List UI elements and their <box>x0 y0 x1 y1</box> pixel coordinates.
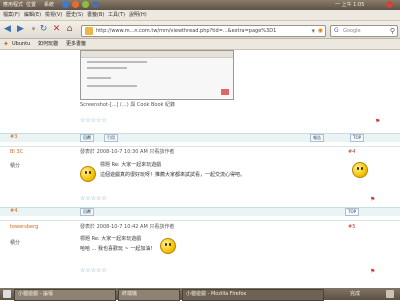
url-dropdown-icon[interactable]: ▾ <box>311 26 315 36</box>
back-icon[interactable]: ◀ <box>2 24 13 35</box>
trash-icon[interactable] <box>386 290 394 298</box>
post-meta: 發表於 2008-10-7 10:42 AM 只看該作者 <box>80 224 175 230</box>
post-floor-number: #4 <box>348 149 356 155</box>
menu-history[interactable]: 歷史(S) <box>66 11 83 19</box>
mail-launcher-icon[interactable] <box>82 1 89 8</box>
taskbar-window-label[interactable]: 小貓遊戲 - Mozilla Firefox <box>186 290 246 298</box>
menu-tools[interactable]: 工具(T) <box>108 11 125 19</box>
rating-stars[interactable]: ☆☆☆☆☆ <box>80 118 107 124</box>
rating-stars[interactable]: ☆☆☆☆☆ <box>80 268 107 274</box>
attachment-line <box>87 67 127 69</box>
top-button[interactable]: TOP <box>345 208 360 216</box>
report-icon[interactable]: ⚑ <box>370 268 375 275</box>
forward-icon[interactable]: ▶ <box>15 24 26 35</box>
attachment-line <box>87 77 111 79</box>
menu-help[interactable]: 說明(H) <box>129 11 147 19</box>
applications-menu[interactable]: 應用程式 <box>3 1 23 9</box>
firefox-launcher-icon[interactable] <box>72 1 79 8</box>
site-favicon-icon <box>85 27 93 35</box>
post-divider <box>0 220 400 221</box>
post-author[interactable]: Bl 3C <box>10 149 23 155</box>
bookmark-cat-games[interactable]: 如何玩貓 <box>38 40 58 48</box>
post-floor-label: #4 <box>10 208 18 214</box>
report-icon[interactable]: ⚑ <box>370 196 375 203</box>
panel-clock[interactable]: 一 上午 1:05 <box>335 1 364 9</box>
taskbar-window-label[interactable]: 小貓遊戲 - 論壇 <box>18 290 53 298</box>
post-action-row <box>0 207 400 216</box>
reply-button[interactable]: 回覆 <box>80 208 94 216</box>
attachment-caption: Screenshot-[...] (...) 與 Cook Book 紀錄 <box>80 102 176 108</box>
system-menu[interactable]: 系統 <box>44 1 54 9</box>
url-bar[interactable]: http://www.m...n.com.tw/mm/viewthread.ph… <box>81 25 326 37</box>
bookmark-star-icon: ✦ <box>3 40 9 48</box>
attachment-screenshot[interactable] <box>80 50 234 100</box>
places-menu[interactable]: 位置 <box>26 1 36 9</box>
post-floor-label: #3 <box>10 134 18 140</box>
bookmark-more[interactable]: 更多書籤 <box>66 40 86 48</box>
taskbar-window-label[interactable]: 終端機 <box>122 290 137 298</box>
page-content: Screenshot-[...] (...) 與 Cook Book 紀錄 ☆☆… <box>0 50 400 288</box>
search-box[interactable]: G Google ⚲ <box>330 25 398 37</box>
top-button[interactable]: TOP <box>350 134 365 142</box>
bookmarks-toolbar: ✦ Ubuntu 如何玩貓 更多書籤 <box>0 39 400 50</box>
smiley-icon <box>352 162 368 178</box>
smiley-icon <box>80 166 96 182</box>
menu-bookmarks[interactable]: 書籤(B) <box>87 11 104 19</box>
quote-button[interactable]: 引用 <box>104 134 118 142</box>
report-button[interactable]: 報告 <box>310 134 324 142</box>
post-body: 哈哈 ... 我也喜歡玩 ~ 一起加油！ <box>80 246 156 252</box>
search-icon[interactable]: ⚲ <box>390 26 395 36</box>
stop-icon[interactable]: ✕ <box>51 24 62 35</box>
power-icon[interactable] <box>386 1 393 8</box>
help-launcher-icon[interactable] <box>92 1 99 8</box>
menu-edit[interactable]: 編輯(E) <box>24 11 41 19</box>
browser-launcher-icon[interactable] <box>62 1 69 8</box>
post-floor-number: #5 <box>348 224 356 230</box>
user-info-label: 積分 <box>10 240 21 246</box>
bottom-taskbar: 小貓遊戲 - 論壇 終端機 小貓遊戲 - Mozilla Firefox 完成 <box>0 288 400 301</box>
post-title: 標題 Re: 大家一起來玩遊戲 <box>80 236 142 242</box>
menu-file[interactable]: 檔案(F) <box>3 11 20 19</box>
top-panel: 應用程式 位置 系統 一 上午 1:05 <box>0 0 400 10</box>
home-icon[interactable]: ⌂ <box>64 24 75 35</box>
url-text[interactable]: http://www.m...n.com.tw/mm/viewthread.ph… <box>96 27 276 35</box>
attachment-titlebar <box>81 51 233 58</box>
search-engine-icon[interactable]: G <box>334 27 339 35</box>
post-body: 這個遊戲真的很好玩呀！推薦大家都來試試看，一起交流心得吧。 <box>100 172 246 178</box>
rating-stars[interactable]: ☆☆☆☆☆ <box>80 196 107 202</box>
report-icon[interactable]: ⚑ <box>375 118 380 125</box>
post-author[interactable]: towersberg <box>10 224 38 230</box>
smiley-icon <box>160 238 176 254</box>
status-text: 完成 <box>350 291 361 297</box>
menu-view[interactable]: 檢視(V) <box>45 11 62 19</box>
attachment-line <box>87 85 137 87</box>
post-action-row <box>0 133 400 142</box>
user-info-label: 積分 <box>10 163 21 169</box>
attachment-close-icon <box>221 89 229 95</box>
post-meta: 發表於 2008-10-7 10:30 AM 只看該作者 <box>80 149 175 155</box>
rss-icon[interactable]: ◉ <box>318 26 323 36</box>
reload-icon[interactable]: ↻ <box>38 24 49 35</box>
post-divider <box>0 146 400 147</box>
search-placeholder[interactable]: Google <box>343 27 361 35</box>
menu-bar: 檔案(F) 編輯(E) 檢視(V) 歷史(S) 書籤(B) 工具(T) 說明(H… <box>0 10 400 21</box>
reply-button[interactable]: 回覆 <box>80 134 94 142</box>
show-desktop-icon[interactable] <box>3 290 11 298</box>
attachment-line <box>87 61 147 63</box>
post-title: 標題 Re: 大家一起來玩遊戲 <box>100 162 162 168</box>
bookmark-ubuntu[interactable]: Ubuntu <box>12 40 30 48</box>
